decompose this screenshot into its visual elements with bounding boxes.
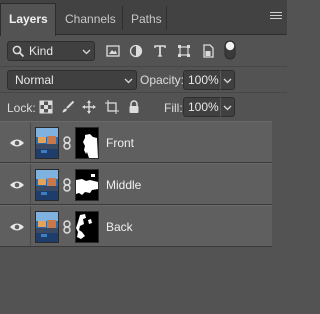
lock-all-icon[interactable] bbox=[127, 100, 141, 114]
filter-toggle-icon[interactable] bbox=[224, 40, 236, 60]
image-filter-icon[interactable] bbox=[106, 44, 120, 58]
mask-link-icon[interactable] bbox=[62, 136, 72, 150]
adjustment-filter-icon[interactable] bbox=[129, 44, 143, 58]
layer-thumbnail bbox=[35, 169, 59, 201]
layer-name[interactable]: Front bbox=[106, 136, 134, 150]
fill-value: 100% bbox=[188, 100, 219, 114]
lock-artboard-icon[interactable] bbox=[105, 100, 119, 114]
landscape-thumbnail-icon bbox=[36, 212, 58, 242]
tab-paths[interactable]: Paths bbox=[123, 4, 170, 35]
mask-shape bbox=[76, 212, 98, 242]
landscape-thumbnail-icon bbox=[36, 128, 58, 158]
layer-name[interactable]: Back bbox=[106, 220, 133, 234]
layer-row-back[interactable]: Back bbox=[0, 205, 272, 248]
layer-mask-thumbnail[interactable] bbox=[75, 127, 99, 159]
opacity-input[interactable]: 100% bbox=[183, 70, 221, 90]
blend-mode-dropdown[interactable]: Normal bbox=[7, 70, 137, 90]
opacity-slider-button[interactable] bbox=[220, 70, 235, 90]
filter-row: Kind bbox=[0, 36, 287, 66]
tab-channels[interactable]: Channels bbox=[57, 4, 124, 35]
layer-row-front[interactable]: Front bbox=[0, 121, 272, 164]
tab-channels-label: Channels bbox=[65, 12, 116, 26]
panel-tab-bar: Layers Channels Paths bbox=[0, 0, 287, 36]
mask-shape bbox=[76, 174, 98, 195]
lock-label: Lock: bbox=[7, 101, 36, 115]
fill-label: Fill: bbox=[164, 101, 183, 115]
eye-icon[interactable] bbox=[9, 137, 25, 149]
chevron-down-icon bbox=[82, 49, 91, 55]
mask-link-icon[interactable] bbox=[62, 178, 72, 192]
chevron-down-icon bbox=[223, 105, 232, 111]
mask-shape bbox=[83, 134, 98, 158]
filter-kind-label: Kind bbox=[29, 44, 54, 58]
opacity-label: Opacity: bbox=[140, 73, 185, 87]
chevron-down-icon bbox=[223, 78, 232, 84]
smart-object-filter-icon[interactable] bbox=[201, 44, 215, 58]
layer-name[interactable]: Middle bbox=[106, 178, 141, 192]
fill-slider-button[interactable] bbox=[220, 97, 235, 117]
blend-mode-value: Normal bbox=[15, 73, 54, 87]
filter-kind-dropdown[interactable]: Kind bbox=[7, 41, 95, 61]
lock-transparent-pixels-icon[interactable] bbox=[39, 100, 53, 114]
layer-thumbnail bbox=[35, 211, 59, 243]
chevron-down-icon bbox=[124, 78, 133, 84]
panel-menu-icon[interactable] bbox=[270, 12, 282, 22]
tab-layers[interactable]: Layers bbox=[0, 3, 56, 36]
eye-icon[interactable] bbox=[9, 179, 25, 191]
type-filter-icon[interactable] bbox=[153, 44, 167, 58]
mask-link-icon[interactable] bbox=[62, 220, 72, 234]
fill-input[interactable]: 100% bbox=[183, 97, 221, 117]
search-icon bbox=[12, 45, 25, 58]
blend-row: Normal Opacity: 100% bbox=[0, 66, 287, 92]
shape-filter-icon[interactable] bbox=[177, 44, 191, 58]
tab-paths-label: Paths bbox=[131, 12, 162, 26]
lock-position-icon[interactable] bbox=[82, 100, 96, 114]
landscape-thumbnail-icon bbox=[36, 170, 58, 200]
tab-layers-label: Layers bbox=[9, 12, 48, 26]
tab-divider bbox=[166, 6, 167, 30]
lock-row: Lock: Fill: 100% bbox=[0, 92, 287, 120]
eye-icon[interactable] bbox=[9, 221, 25, 233]
lock-image-pixels-icon[interactable] bbox=[61, 100, 75, 114]
layer-row-middle[interactable]: Middle bbox=[0, 163, 272, 206]
opacity-value: 100% bbox=[188, 73, 219, 87]
layer-mask-thumbnail[interactable] bbox=[75, 169, 99, 201]
layer-thumbnail bbox=[35, 127, 59, 159]
layer-mask-thumbnail[interactable] bbox=[75, 211, 99, 243]
